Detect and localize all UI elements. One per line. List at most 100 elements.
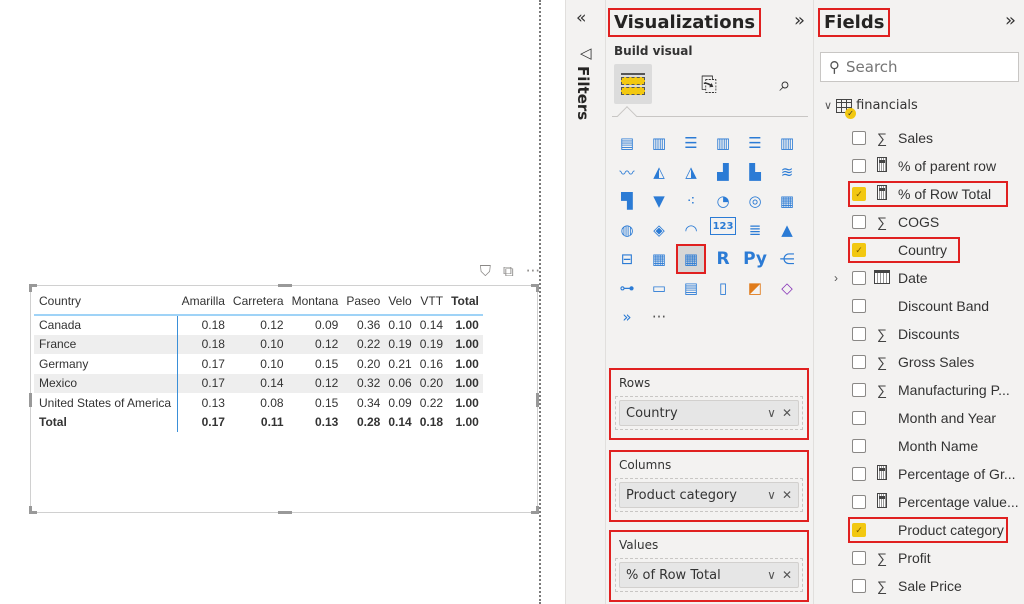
field-checkbox[interactable] xyxy=(852,551,866,565)
expand-pane-icon[interactable]: » xyxy=(794,10,805,31)
field-item[interactable]: ∑ Manufacturing P... xyxy=(852,376,1024,404)
column-header[interactable]: Paseo xyxy=(342,290,385,316)
table-row[interactable]: United States of America 0.13 0.08 0.15 0.34… xyxy=(34,393,483,413)
field-item[interactable]: ✓ Product category xyxy=(848,516,1024,544)
field-checkbox[interactable] xyxy=(852,131,866,145)
table-row[interactable]: Canada 0.18 0.12 0.09 0.36 0.10 0.14 1.00 xyxy=(34,315,483,335)
stacked-area-chart-icon[interactable]: ◮ xyxy=(678,159,704,185)
field-item[interactable]: % of parent row xyxy=(852,152,1024,180)
collapse-pane-icon[interactable]: « xyxy=(576,8,586,28)
column-header[interactable]: Velo xyxy=(384,290,416,316)
multi-row-card-icon[interactable]: ≣ xyxy=(742,217,768,243)
field-checkbox[interactable] xyxy=(852,159,866,173)
columns-field-pill[interactable]: Product category ∨ ✕ xyxy=(619,482,799,508)
tab-format-visual[interactable]: ⎘ xyxy=(690,64,728,104)
field-checkbox[interactable] xyxy=(852,467,866,481)
column-header[interactable]: VTT xyxy=(415,290,448,316)
field-checkbox[interactable] xyxy=(852,299,866,313)
donut-chart-icon[interactable]: ◎ xyxy=(742,188,768,214)
column-header[interactable]: Amarilla xyxy=(177,290,229,316)
rows-field-pill[interactable]: Country ∨ ✕ xyxy=(619,400,799,426)
line-chart-icon[interactable]: 〰 xyxy=(614,159,640,185)
table-row[interactable]: France 0.18 0.10 0.12 0.22 0.19 0.19 1.00 xyxy=(34,334,483,354)
ribbon-chart-icon[interactable]: ≋ xyxy=(774,159,800,185)
field-item[interactable]: Percentage of Gr... xyxy=(852,460,1024,488)
stacked-column-chart-icon[interactable]: ▥ xyxy=(646,130,672,156)
field-checkbox[interactable] xyxy=(852,411,866,425)
resize-handle-bottom[interactable] xyxy=(278,511,292,514)
resize-handle-bottom-right[interactable] xyxy=(531,506,539,514)
funnel-chart-icon[interactable]: ▼ xyxy=(646,188,672,214)
field-checkbox[interactable] xyxy=(852,271,866,285)
field-checkbox[interactable]: ✓ xyxy=(852,187,866,201)
field-checkbox[interactable] xyxy=(852,355,866,369)
field-item[interactable]: ∑ Gross Sales xyxy=(852,348,1024,376)
column-header[interactable]: Carretera xyxy=(228,290,288,316)
matrix-visual[interactable]: Country Amarilla Carretera Montana Paseo Velo… xyxy=(29,284,539,514)
line-and-clustered-column-chart-icon[interactable]: ▙ xyxy=(742,159,768,185)
q-and-a-icon[interactable]: ▭ xyxy=(646,275,672,301)
filters-label[interactable]: Filters xyxy=(574,66,592,120)
clustered-bar-chart-icon[interactable]: ☰ xyxy=(678,130,704,156)
100-stacked-column-chart-icon[interactable]: ▥ xyxy=(774,130,800,156)
decomposition-tree-icon[interactable]: ⊶ xyxy=(614,275,640,301)
power-apps-icon[interactable]: ◇ xyxy=(774,275,800,301)
resize-handle-top-right[interactable] xyxy=(531,284,539,292)
key-influencers-icon[interactable]: ⋲ xyxy=(774,246,800,272)
map-icon[interactable]: ◍ xyxy=(614,217,640,243)
field-item[interactable]: ∑ Discounts xyxy=(852,320,1024,348)
kpi-icon[interactable]: ▲ xyxy=(774,217,800,243)
field-checkbox[interactable] xyxy=(852,495,866,509)
resize-handle-bottom-left[interactable] xyxy=(29,506,37,514)
close-icon[interactable]: ✕ xyxy=(782,406,792,420)
table-icon[interactable]: ▦ xyxy=(646,246,672,272)
column-header[interactable]: Montana xyxy=(287,290,343,316)
chevron-down-icon[interactable]: ∨ xyxy=(767,488,776,502)
field-checkbox[interactable] xyxy=(852,383,866,397)
field-item[interactable]: Discount Band xyxy=(852,292,1024,320)
power-automate-icon[interactable]: » xyxy=(614,304,640,330)
field-item[interactable]: ∑ Sale Price xyxy=(852,572,1024,600)
rows-drop-zone[interactable]: Country ∨ ✕ xyxy=(615,396,803,430)
chevron-down-icon[interactable]: ∨ xyxy=(767,568,776,582)
filled-map-icon[interactable]: ◈ xyxy=(646,217,672,243)
column-header[interactable]: Country xyxy=(34,290,178,316)
resize-handle-top[interactable] xyxy=(278,284,292,287)
card-icon[interactable]: 123 xyxy=(710,217,736,235)
field-item[interactable]: ∑ COGS xyxy=(852,208,1024,236)
treemap-icon[interactable]: ▦ xyxy=(774,188,800,214)
field-item[interactable]: Percentage value... xyxy=(852,488,1024,516)
stacked-bar-chart-icon[interactable]: ▤ xyxy=(614,130,640,156)
r-script-visual-icon[interactable]: R xyxy=(710,246,736,272)
field-item[interactable]: ✓ % of Row Total xyxy=(848,180,1024,208)
filter-icon[interactable]: ⛉ xyxy=(480,262,491,280)
search-input[interactable] xyxy=(846,58,996,76)
chevron-down-icon[interactable]: ∨ xyxy=(824,99,832,112)
line-and-stacked-column-chart-icon[interactable]: ▟ xyxy=(710,159,736,185)
filters-pane-collapsed[interactable]: « ◁ Filters xyxy=(565,0,605,604)
field-checkbox[interactable]: ✓ xyxy=(852,243,866,257)
paginated-report-icon[interactable]: ▯ xyxy=(710,275,736,301)
more-options-icon[interactable]: ··· xyxy=(526,262,540,280)
python-visual-icon[interactable]: Py xyxy=(742,246,768,272)
close-icon[interactable]: ✕ xyxy=(782,488,792,502)
expand-pane-icon[interactable]: » xyxy=(1005,10,1016,31)
table-node-financials[interactable]: ∨ ✓ financials xyxy=(824,98,918,119)
area-chart-icon[interactable]: ◭ xyxy=(646,159,672,185)
matrix-icon[interactable]: ▦ xyxy=(676,244,706,274)
clustered-column-chart-icon[interactable]: ▥ xyxy=(710,130,736,156)
field-item[interactable]: Month and Year xyxy=(852,404,1024,432)
tab-analytics[interactable]: ⌕ xyxy=(766,64,804,104)
more-visuals-icon[interactable]: ··· xyxy=(646,304,672,330)
field-item[interactable]: ∑ Sales xyxy=(852,124,1024,152)
pie-chart-icon[interactable]: ◔ xyxy=(710,188,736,214)
azure-map-icon[interactable]: ◩ xyxy=(742,275,768,301)
waterfall-chart-icon[interactable]: ▜ xyxy=(614,188,640,214)
values-field-pill[interactable]: % of Row Total ∨ ✕ xyxy=(619,562,799,588)
table-row[interactable]: Mexico 0.17 0.14 0.12 0.32 0.06 0.20 1.00 xyxy=(34,373,483,393)
close-icon[interactable]: ✕ xyxy=(782,568,792,582)
field-checkbox[interactable] xyxy=(852,439,866,453)
smart-narrative-icon[interactable]: ▤ xyxy=(678,275,704,301)
field-checkbox[interactable] xyxy=(852,327,866,341)
column-header[interactable]: Total xyxy=(447,290,483,316)
